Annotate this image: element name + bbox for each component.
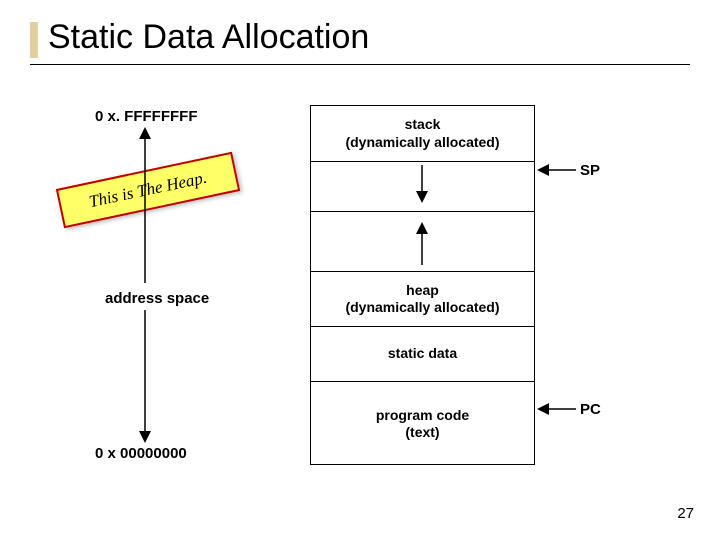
- segment-text-sub: (text): [405, 424, 439, 442]
- segment-static-title: static data: [388, 345, 457, 363]
- segment-stack: stack (dynamically allocated): [311, 106, 534, 161]
- heap-callout: This is The Heap.: [56, 152, 240, 229]
- title-accent-bar: [30, 22, 38, 58]
- address-top: 0 x. FFFFFFFF: [95, 108, 198, 125]
- segment-heap-title: heap: [406, 282, 439, 300]
- segment-text: program code (text): [311, 381, 534, 466]
- segment-static: static data: [311, 326, 534, 381]
- segment-gap-upper: [311, 161, 534, 211]
- address-bottom: 0 x 00000000: [95, 445, 187, 462]
- page-title: Static Data Allocation: [30, 18, 690, 63]
- pc-label: PC: [580, 401, 601, 418]
- page-number: 27: [677, 505, 694, 522]
- title-rule: [30, 64, 690, 65]
- address-space-label: address space: [105, 290, 209, 307]
- segment-gap-lower: [311, 211, 534, 271]
- segment-heap: heap (dynamically allocated): [311, 271, 534, 326]
- segment-stack-sub: (dynamically allocated): [345, 134, 499, 152]
- sp-label: SP: [580, 162, 600, 179]
- heap-callout-text: This is The Heap.: [87, 168, 209, 213]
- segment-stack-title: stack: [405, 116, 441, 134]
- memory-column: stack (dynamically allocated) heap (dyna…: [310, 105, 535, 465]
- segment-text-title: program code: [376, 407, 469, 425]
- segment-heap-sub: (dynamically allocated): [345, 299, 499, 317]
